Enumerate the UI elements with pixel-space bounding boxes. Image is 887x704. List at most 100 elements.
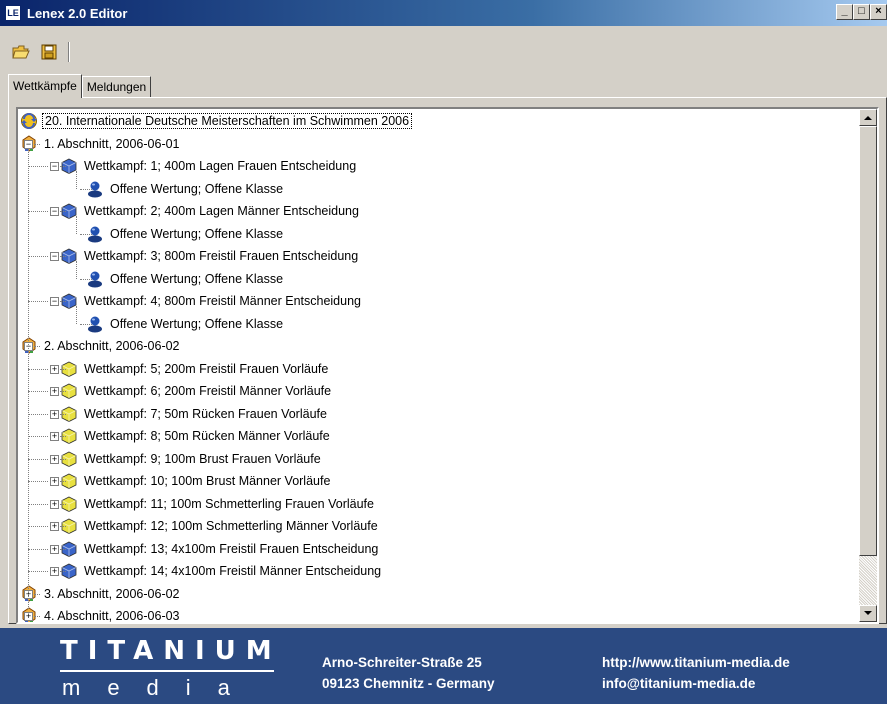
node-label: Wettkampf: 14; 4x100m Freistil Männer En… [84, 564, 382, 578]
collapse-toggle[interactable]: − [50, 207, 59, 216]
footer-banner: TITANIUM media Arno-Schreiter-Straße 25 … [0, 628, 887, 704]
tree-event[interactable]: Wettkampf: 4; 800m Freistil Männer Entsc… [60, 290, 363, 312]
expand-toggle[interactable]: + [50, 544, 59, 554]
tree-connector [60, 571, 66, 572]
node-label: Wettkampf: 11; 100m Schmetterling Frauen… [84, 496, 374, 511]
collapse-toggle[interactable]: − [24, 139, 33, 149]
tree-connector [60, 256, 66, 257]
collapse-toggle[interactable]: − [50, 297, 59, 306]
scroll-track[interactable] [859, 556, 877, 605]
tree-root-meet[interactable]: 20. Internationale Deutsche Meisterschaf… [20, 110, 413, 132]
tree-content: 20. Internationale Deutsche Meisterschaf… [18, 109, 859, 622]
node-label: 3. Abschnitt, 2006-06-02 [44, 586, 180, 601]
tree-connector [60, 526, 66, 527]
tree-connector [60, 481, 66, 482]
tree-event[interactable]: Wettkampf: 10; 100m Brust Männer Vorläuf… [60, 470, 332, 492]
tree-connector [76, 216, 77, 234]
company-address: Arno-Schreiter-Straße 25 09123 Chemnitz … [322, 652, 495, 694]
node-label: 20. Internationale Deutsche Meisterschaf… [42, 113, 413, 129]
tree-event[interactable]: Wettkampf: 8; 50m Rücken Männer Vorläufe [60, 425, 332, 447]
tree-connector [28, 211, 48, 212]
node-label: 2. Abschnitt, 2006-06-02 [44, 339, 180, 353]
tree-connector [60, 458, 66, 460]
tree-session[interactable]: 2. Abschnitt, 2006-06-02 [20, 335, 182, 357]
open-folder-icon[interactable] [10, 41, 32, 63]
tree-event[interactable]: Wettkampf: 3; 800m Freistil Frauen Entsc… [60, 245, 360, 267]
node-label: Wettkampf: 10; 100m Brust Männer Vorläuf… [84, 474, 331, 488]
expand-toggle[interactable]: + [50, 567, 59, 576]
tree-connector [76, 171, 77, 189]
tree-event[interactable]: Wettkampf: 9; 100m Brust Frauen Vorläufe [60, 448, 323, 470]
tree-connector [28, 458, 48, 460]
expand-toggle[interactable]: + [50, 387, 59, 396]
expand-toggle[interactable]: + [50, 522, 59, 531]
node-label: Offene Wertung; Offene Klasse [110, 226, 284, 241]
tree-event[interactable]: Wettkampf: 2; 400m Lagen Männer Entschei… [60, 200, 361, 222]
expand-toggle[interactable]: + [50, 499, 59, 509]
tree-event[interactable]: Wettkampf: 14; 4x100m Freistil Männer En… [60, 560, 383, 582]
expand-toggle[interactable]: + [50, 477, 59, 486]
expand-toggle[interactable]: + [50, 454, 59, 464]
tree-event[interactable]: Wettkampf: 5; 200m Freistil Frauen Vorlä… [60, 358, 330, 380]
node-label: Offene Wertung; Offene Klasse [110, 271, 284, 286]
tree-event[interactable]: Wettkampf: 11; 100m Schmetterling Frauen… [60, 493, 376, 515]
website-link[interactable]: http://www.titanium-media.de [602, 652, 790, 673]
tab-meldungen[interactable]: Meldungen [81, 76, 152, 98]
tree-agegroup[interactable]: Offene Wertung; Offene Klasse [86, 178, 285, 200]
address-street: Arno-Schreiter-Straße 25 [322, 655, 482, 670]
tree-view[interactable]: 20. Internationale Deutsche Meisterschaf… [16, 107, 879, 624]
node-label: 1. Abschnitt, 2006-06-01 [44, 136, 180, 151]
collapse-toggle[interactable]: − [50, 162, 59, 171]
tree-connector [28, 301, 48, 302]
vertical-scrollbar[interactable] [859, 109, 877, 622]
title-bar[interactable]: LE Lenex 2.0 Editor _ □ × [0, 0, 887, 26]
scroll-thumb[interactable] [859, 126, 877, 556]
tree-session[interactable]: 1. Abschnitt, 2006-06-01 [20, 133, 182, 155]
tree-agegroup[interactable]: Offene Wertung; Offene Klasse [86, 223, 285, 245]
save-icon[interactable] [38, 41, 60, 63]
email-link[interactable]: info@titanium-media.de [602, 673, 790, 694]
tab-wettkaempfe[interactable]: Wettkämpfe [8, 74, 82, 98]
app-icon: LE [5, 5, 21, 21]
tree-session[interactable]: 4. Abschnitt, 2006-06-03 [20, 605, 182, 622]
scroll-up-button[interactable] [859, 109, 877, 126]
tree-connector [28, 148, 29, 609]
tree-agegroup[interactable]: Offene Wertung; Offene Klasse [86, 268, 285, 290]
tree-connector [28, 391, 48, 392]
collapse-toggle[interactable]: − [50, 252, 59, 261]
expand-toggle[interactable]: + [50, 432, 59, 441]
tree-connector [34, 143, 40, 145]
tree-connector [28, 256, 48, 257]
expand-toggle[interactable]: + [24, 612, 33, 621]
tree-connector [76, 261, 77, 279]
scroll-down-button[interactable] [859, 605, 877, 622]
node-label: Wettkampf: 3; 800m Freistil Frauen Entsc… [84, 249, 359, 263]
tree-event[interactable]: Wettkampf: 12; 100m Schmetterling Männer… [60, 515, 380, 537]
window-title: Lenex 2.0 Editor [27, 5, 128, 21]
tree-connector [60, 166, 66, 167]
tab-strip: Wettkämpfe Meldungen [8, 74, 152, 98]
tree-connector [28, 166, 48, 167]
tree-connector [60, 548, 66, 550]
tree-session[interactable]: 3. Abschnitt, 2006-06-02 [20, 583, 182, 605]
expand-toggle[interactable]: + [50, 364, 59, 374]
tree-connector [34, 616, 40, 617]
node-label: Wettkampf: 2; 400m Lagen Männer Entschei… [84, 204, 359, 218]
tree-connector [28, 503, 48, 505]
minimize-button[interactable]: _ [836, 4, 853, 20]
tree-event[interactable]: Wettkampf: 7; 50m Rücken Frauen Vorläufe [60, 403, 329, 425]
tree-agegroup[interactable]: Offene Wertung; Offene Klasse [86, 313, 285, 335]
expand-toggle[interactable]: + [50, 409, 59, 419]
close-button[interactable]: × [870, 4, 887, 20]
node-label: Wettkampf: 1; 400m Lagen Frauen Entschei… [84, 159, 357, 173]
tree-connector [28, 548, 48, 550]
node-label: Offene Wertung; Offene Klasse [110, 181, 284, 196]
tree-event[interactable]: Wettkampf: 1; 400m Lagen Frauen Entschei… [60, 155, 358, 177]
node-label: Wettkampf: 13; 4x100m Freistil Frauen En… [84, 541, 379, 556]
tree-event[interactable]: Wettkampf: 13; 4x100m Freistil Frauen En… [60, 538, 380, 560]
tree-connector [28, 368, 48, 370]
maximize-button[interactable]: □ [853, 4, 870, 20]
address-city: 09123 Chemnitz - Germany [322, 676, 495, 691]
tree-connector [60, 211, 66, 212]
tree-event[interactable]: Wettkampf: 6; 200m Freistil Männer Vorlä… [60, 380, 333, 402]
